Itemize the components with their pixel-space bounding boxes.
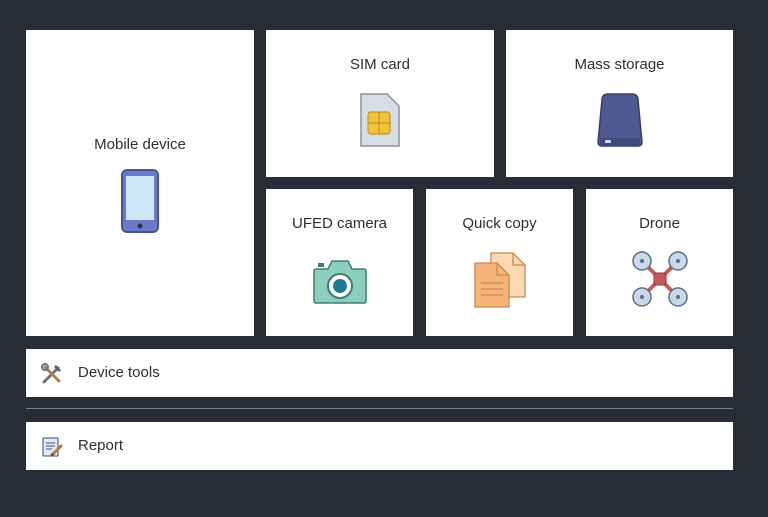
tile-drone[interactable]: Drone (586, 189, 733, 336)
report-label: Report (78, 437, 124, 454)
tile-mobile-device-label: Mobile device (94, 136, 186, 153)
device-tools-button[interactable]: Device tools (26, 349, 733, 397)
tile-ufed-camera-label: UFED camera (291, 215, 388, 232)
tile-sim-card[interactable]: SIM card (266, 30, 494, 177)
sim-card-icon (359, 92, 401, 148)
tile-mobile-device[interactable]: Mobile device (26, 30, 254, 336)
report-button[interactable]: Report (26, 422, 733, 470)
tile-ufed-camera[interactable]: UFED camera (266, 189, 413, 336)
drone-icon (631, 251, 688, 307)
tile-quick-copy[interactable]: Quick copy (426, 189, 573, 336)
tile-quick-copy-label: Quick copy (462, 215, 537, 232)
report-icon (40, 435, 64, 459)
smartphone-icon (120, 168, 160, 234)
tile-mass-storage-label: Mass storage (574, 56, 665, 73)
tile-mass-storage[interactable]: Mass storage (506, 30, 733, 177)
divider (26, 408, 733, 409)
hard-drive-icon (596, 92, 644, 148)
camera-icon (312, 255, 368, 307)
tools-icon (40, 362, 64, 386)
copy-documents-icon (473, 251, 527, 309)
tile-sim-card-label: SIM card (349, 56, 410, 73)
tile-drone-label: Drone (639, 215, 680, 232)
device-tools-label: Device tools (78, 364, 160, 381)
